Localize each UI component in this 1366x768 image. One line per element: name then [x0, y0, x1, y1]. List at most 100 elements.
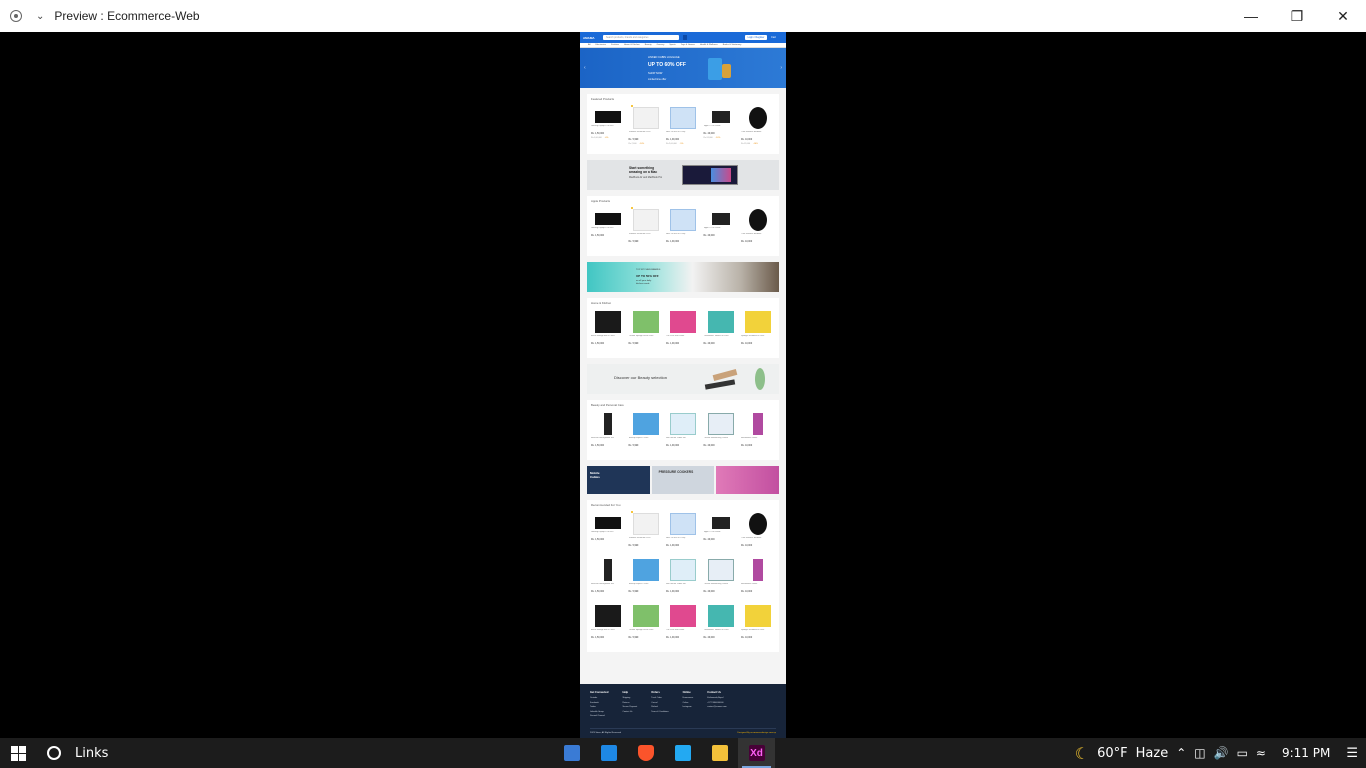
site-logo[interactable]: AMAMA: [583, 36, 599, 40]
product-image[interactable]: [670, 413, 696, 435]
explorer-app[interactable]: [701, 738, 738, 768]
product-name[interactable]: Apple TV 4K 64GB: [704, 125, 738, 127]
cables-promo[interactable]: Mobile Cables: [587, 466, 650, 494]
cart-button[interactable]: Cart: [771, 36, 783, 39]
product-card[interactable]: Black Storage Box 3 Piece Rs. 1,50,000: [591, 309, 625, 351]
product-name[interactable]: Sponge Scrubbers 6 Pack: [741, 629, 775, 631]
nav-item[interactable]: Electronics: [595, 44, 606, 46]
product-image[interactable]: [604, 559, 612, 581]
product-image[interactable]: [749, 513, 767, 535]
product-card[interactable]: Hair Serum Tubes Set Rs. 1,90,000: [666, 411, 700, 453]
chevron-up-icon[interactable]: ⌃: [1176, 746, 1186, 760]
footer-link[interactable]: Track Order: [651, 697, 668, 699]
product-card[interactable]: True Wireless Earbuds Rs. 10,000 Rs.12,000…: [741, 105, 775, 147]
product-image[interactable]: [670, 513, 696, 535]
product-card[interactable]: iMac 24 inch M1 Chip Rs. 1,90,000: [666, 511, 700, 553]
product-card[interactable]: Gaming Laptop 15.6 inch Rs. 1,50,000: [591, 207, 625, 249]
product-card[interactable]: Gaming Laptop 15.6 inch Rs. 1,50,000: [591, 511, 625, 553]
product-card[interactable]: Wireless Router AC1200 Rs. 5,999 Rs.7,000-…: [629, 105, 663, 147]
product-image[interactable]: [711, 213, 730, 225]
product-name[interactable]: Mascara and Eyeliner Set: [591, 583, 625, 585]
product-name[interactable]: True Wireless Earbuds: [741, 131, 775, 133]
product-name[interactable]: Wireless Router AC1200: [629, 131, 663, 133]
footer-link[interactable]: Refund: [651, 706, 668, 708]
footer-link[interactable]: Contact Us: [622, 711, 637, 713]
product-name[interactable]: Dishwasher Tablets 40 Pack: [704, 629, 738, 631]
product-card[interactable]: Mascara and Eyeliner Set Rs. 1,50,000: [591, 411, 625, 453]
product-card[interactable]: CeraVe Moisturising Cream Rs. 20,000: [704, 411, 738, 453]
footer-link[interactable]: Returns: [622, 702, 637, 704]
nav-item[interactable]: Home & Kitchen: [624, 44, 640, 46]
brave-app[interactable]: [627, 738, 664, 768]
product-card[interactable]: Dishwasher Tablets 40 Pack Rs. 20,000: [704, 309, 738, 351]
product-name[interactable]: Black Storage Box 3 Piece: [591, 629, 625, 631]
product-image[interactable]: [670, 209, 696, 231]
product-card[interactable]: Kitchen Sponge Scrub Pack Rs. 5,999: [629, 603, 663, 645]
product-name[interactable]: True Wireless Earbuds: [741, 537, 775, 539]
close-button[interactable]: ✕: [1320, 0, 1366, 32]
nav-item[interactable]: Beauty: [645, 44, 652, 46]
footer-link[interactable]: Facebook: [590, 702, 608, 704]
nav-item[interactable]: Fashion: [611, 44, 619, 46]
footer-link[interactable]: Kathmandu,Nepal: [707, 697, 726, 699]
fashion-promo[interactable]: [716, 466, 780, 494]
product-name[interactable]: Kitchen Sponge Scrub Pack: [629, 629, 663, 631]
links-toolbar[interactable]: Links: [75, 746, 108, 761]
product-card[interactable]: Gaming Laptop 15.6 inch Rs. 1,50,000 Rs.1,…: [591, 105, 625, 147]
footer-link[interactable]: Twitter: [590, 706, 608, 708]
record-icon[interactable]: [10, 10, 22, 22]
webpage-preview[interactable]: AMAMA Search products, brands and catego…: [580, 32, 786, 738]
meet-now-icon[interactable]: ◫: [1194, 746, 1205, 760]
chevron-down-icon[interactable]: ⌄: [36, 11, 44, 22]
product-card[interactable]: Wireless Router AC1200 Rs. 5,999: [629, 511, 663, 553]
chevron-left-icon[interactable]: ‹: [584, 65, 586, 71]
product-card[interactable]: Mouthwash 500ml Rs. 10,000: [741, 411, 775, 453]
clock[interactable]: 9:11 PM: [1282, 746, 1330, 760]
product-image[interactable]: [707, 605, 734, 627]
product-card[interactable]: Apple TV 4K 64GB Rs. 20,000 Rs.24,000 -16%: [704, 105, 738, 147]
nav-item[interactable]: Grocery: [657, 44, 665, 46]
product-card[interactable]: Makeup Wipes 3 Pack Rs. 5,999: [629, 411, 663, 453]
volume-icon[interactable]: 🔊: [1214, 746, 1229, 760]
vscode-app[interactable]: [664, 738, 701, 768]
beauty-banner[interactable]: Discover our Beauty selection: [587, 364, 779, 394]
mac-banner[interactable]: Start something amazing on a Mac MacBook …: [587, 160, 779, 190]
product-card[interactable]: Mouthwash 500ml Rs. 10,000: [741, 557, 775, 599]
footer-link[interactable]: Shipping: [622, 697, 637, 699]
product-name[interactable]: Makeup Wipes 3 Pack: [629, 583, 663, 585]
product-name[interactable]: Wireless Router AC1200: [629, 233, 663, 235]
product-name[interactable]: Wireless Router AC1200: [629, 537, 663, 539]
product-image[interactable]: [632, 513, 659, 535]
footer-link[interactable]: Ecommerce: [683, 697, 694, 699]
product-image[interactable]: [604, 413, 612, 435]
product-card[interactable]: Apple TV 4K 64GB Rs. 20,000: [704, 207, 738, 249]
product-name[interactable]: Gaming Laptop 15.6 inch: [591, 531, 625, 533]
product-image[interactable]: [707, 559, 734, 581]
product-name[interactable]: Hair Serum Tubes Set: [666, 437, 700, 439]
product-name[interactable]: Sponge Scrubbers 6 Pack: [741, 335, 775, 337]
product-card[interactable]: True Wireless Earbuds Rs. 10,000: [741, 207, 775, 249]
product-name[interactable]: Hair Serum Tubes Set: [666, 583, 700, 585]
product-image[interactable]: [670, 311, 696, 333]
product-name[interactable]: iMac 24 inch M1 Chip: [666, 233, 700, 235]
footer-link[interactable]: Discord Channel: [590, 715, 608, 717]
nav-item[interactable]: Health & Wellness: [700, 44, 718, 46]
search-button[interactable]: [683, 35, 687, 40]
footer-link[interactable]: Cancel: [651, 702, 668, 704]
product-name[interactable]: True Wireless Earbuds: [741, 233, 775, 235]
credit-link[interactable]: ecommercedesign.com.np: [750, 732, 776, 734]
product-card[interactable]: True Wireless Earbuds Rs. 10,000: [741, 511, 775, 553]
product-card[interactable]: Black Storage Box 3 Piece Rs. 1,50,000: [591, 603, 625, 645]
nav-item[interactable]: Books & Stationery: [723, 44, 742, 46]
product-image[interactable]: [711, 517, 730, 529]
cookers-promo[interactable]: PRESSURE COOKERS: [651, 466, 715, 494]
battery-icon[interactable]: ▭: [1237, 746, 1248, 760]
product-card[interactable]: CeraVe Moisturising Cream Rs. 20,000: [704, 557, 738, 599]
product-image[interactable]: [670, 605, 696, 627]
cortana-button[interactable]: [36, 738, 72, 768]
product-card[interactable]: Kitchen Sponge Scrub Pack Rs. 5,999: [629, 309, 663, 351]
product-image[interactable]: [711, 111, 730, 123]
kitchen-banner[interactable]: TOP KITCHEN BRANDS UP TO 50% OFF on all …: [587, 262, 779, 292]
nav-item[interactable]: All: [588, 44, 590, 46]
footer-link[interactable]: LinkedIn Group: [590, 711, 608, 713]
